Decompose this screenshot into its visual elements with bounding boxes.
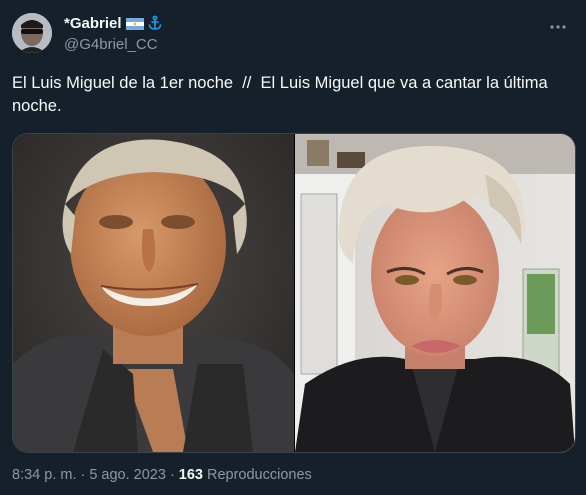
anchor-icon [147,15,163,31]
tweet-time[interactable]: 8:34 p. m. [12,467,76,483]
views-label: Reproducciones [206,467,312,483]
display-name[interactable]: *Gabriel [64,15,122,32]
tweet-meta: 8:34 p. m. · 5 ago. 2023 · 163 Reproducc… [12,467,312,483]
views-count: 163 [178,467,203,483]
user-handle[interactable]: @G4briel_CC [64,36,163,53]
tweet-date[interactable]: 5 ago. 2023 [89,467,166,483]
meta-separator: · [80,467,86,483]
media-photo-right[interactable] [295,134,575,452]
more-options-button[interactable] [546,15,570,39]
author-names: *Gabriel @G4briel_CC [64,13,163,53]
argentina-flag-icon [125,17,144,30]
meta-separator: · [169,467,175,483]
tweet-media[interactable] [12,133,576,453]
media-photo-left[interactable] [13,134,294,452]
avatar[interactable] [12,13,52,53]
more-icon [550,25,566,29]
tweet-header: *Gabriel @G4briel_CC [12,11,574,55]
tweet-text: El Luis Miguel de la 1er noche // El Lui… [12,74,553,115]
